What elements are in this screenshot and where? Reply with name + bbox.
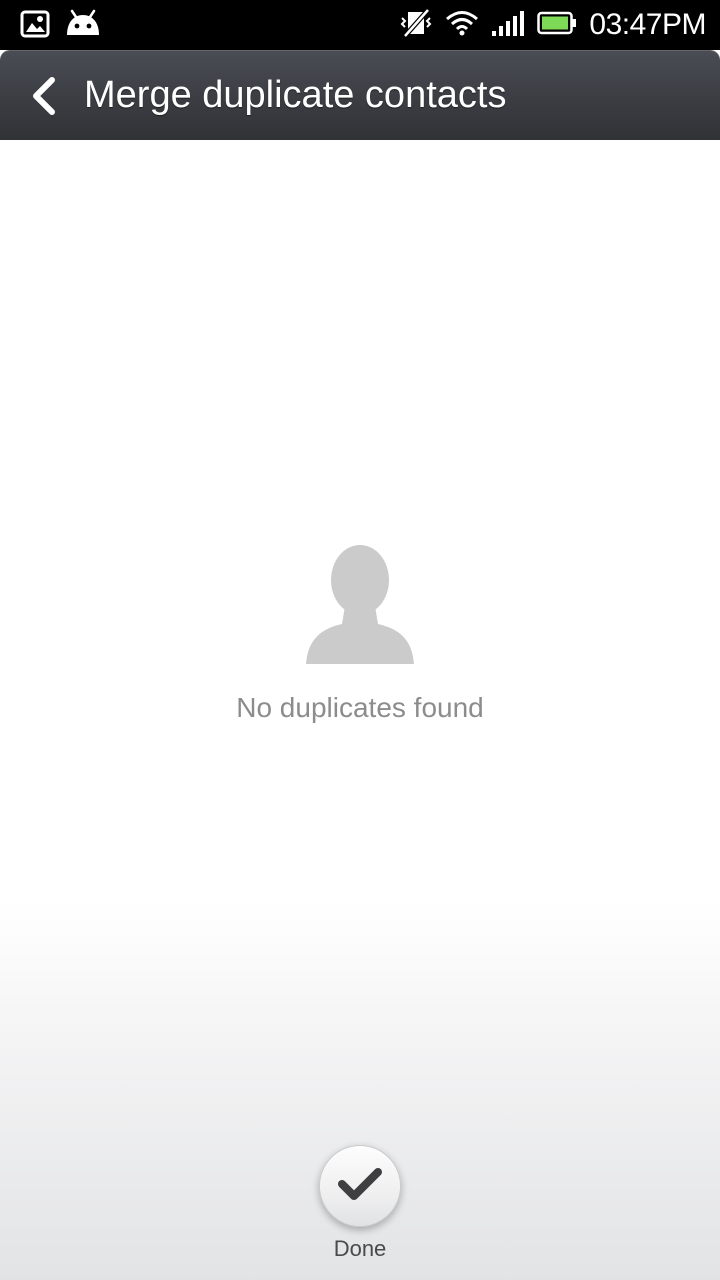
action-bar: Merge duplicate contacts <box>0 50 720 140</box>
empty-state: No duplicates found <box>0 540 720 724</box>
back-button[interactable] <box>26 74 66 118</box>
done-button[interactable] <box>319 1145 401 1227</box>
person-silhouette-icon <box>0 540 720 668</box>
status-bar: 03:47PM <box>0 0 720 50</box>
image-icon <box>20 10 50 43</box>
vibrate-muted-icon <box>399 7 433 43</box>
battery-icon <box>537 11 577 40</box>
empty-message: No duplicates found <box>236 692 484 723</box>
status-time: 03:47PM <box>589 8 706 41</box>
android-icon <box>64 9 102 44</box>
checkmark-icon <box>336 1164 384 1209</box>
page-title: Merge duplicate contacts <box>84 74 507 116</box>
status-bar-notifications <box>20 9 102 44</box>
wifi-icon <box>445 9 479 42</box>
signal-icon <box>491 10 525 41</box>
status-bar-system: 03:47PM <box>399 0 706 50</box>
done-label[interactable]: Done <box>0 1236 720 1262</box>
chevron-left-icon <box>26 77 66 122</box>
